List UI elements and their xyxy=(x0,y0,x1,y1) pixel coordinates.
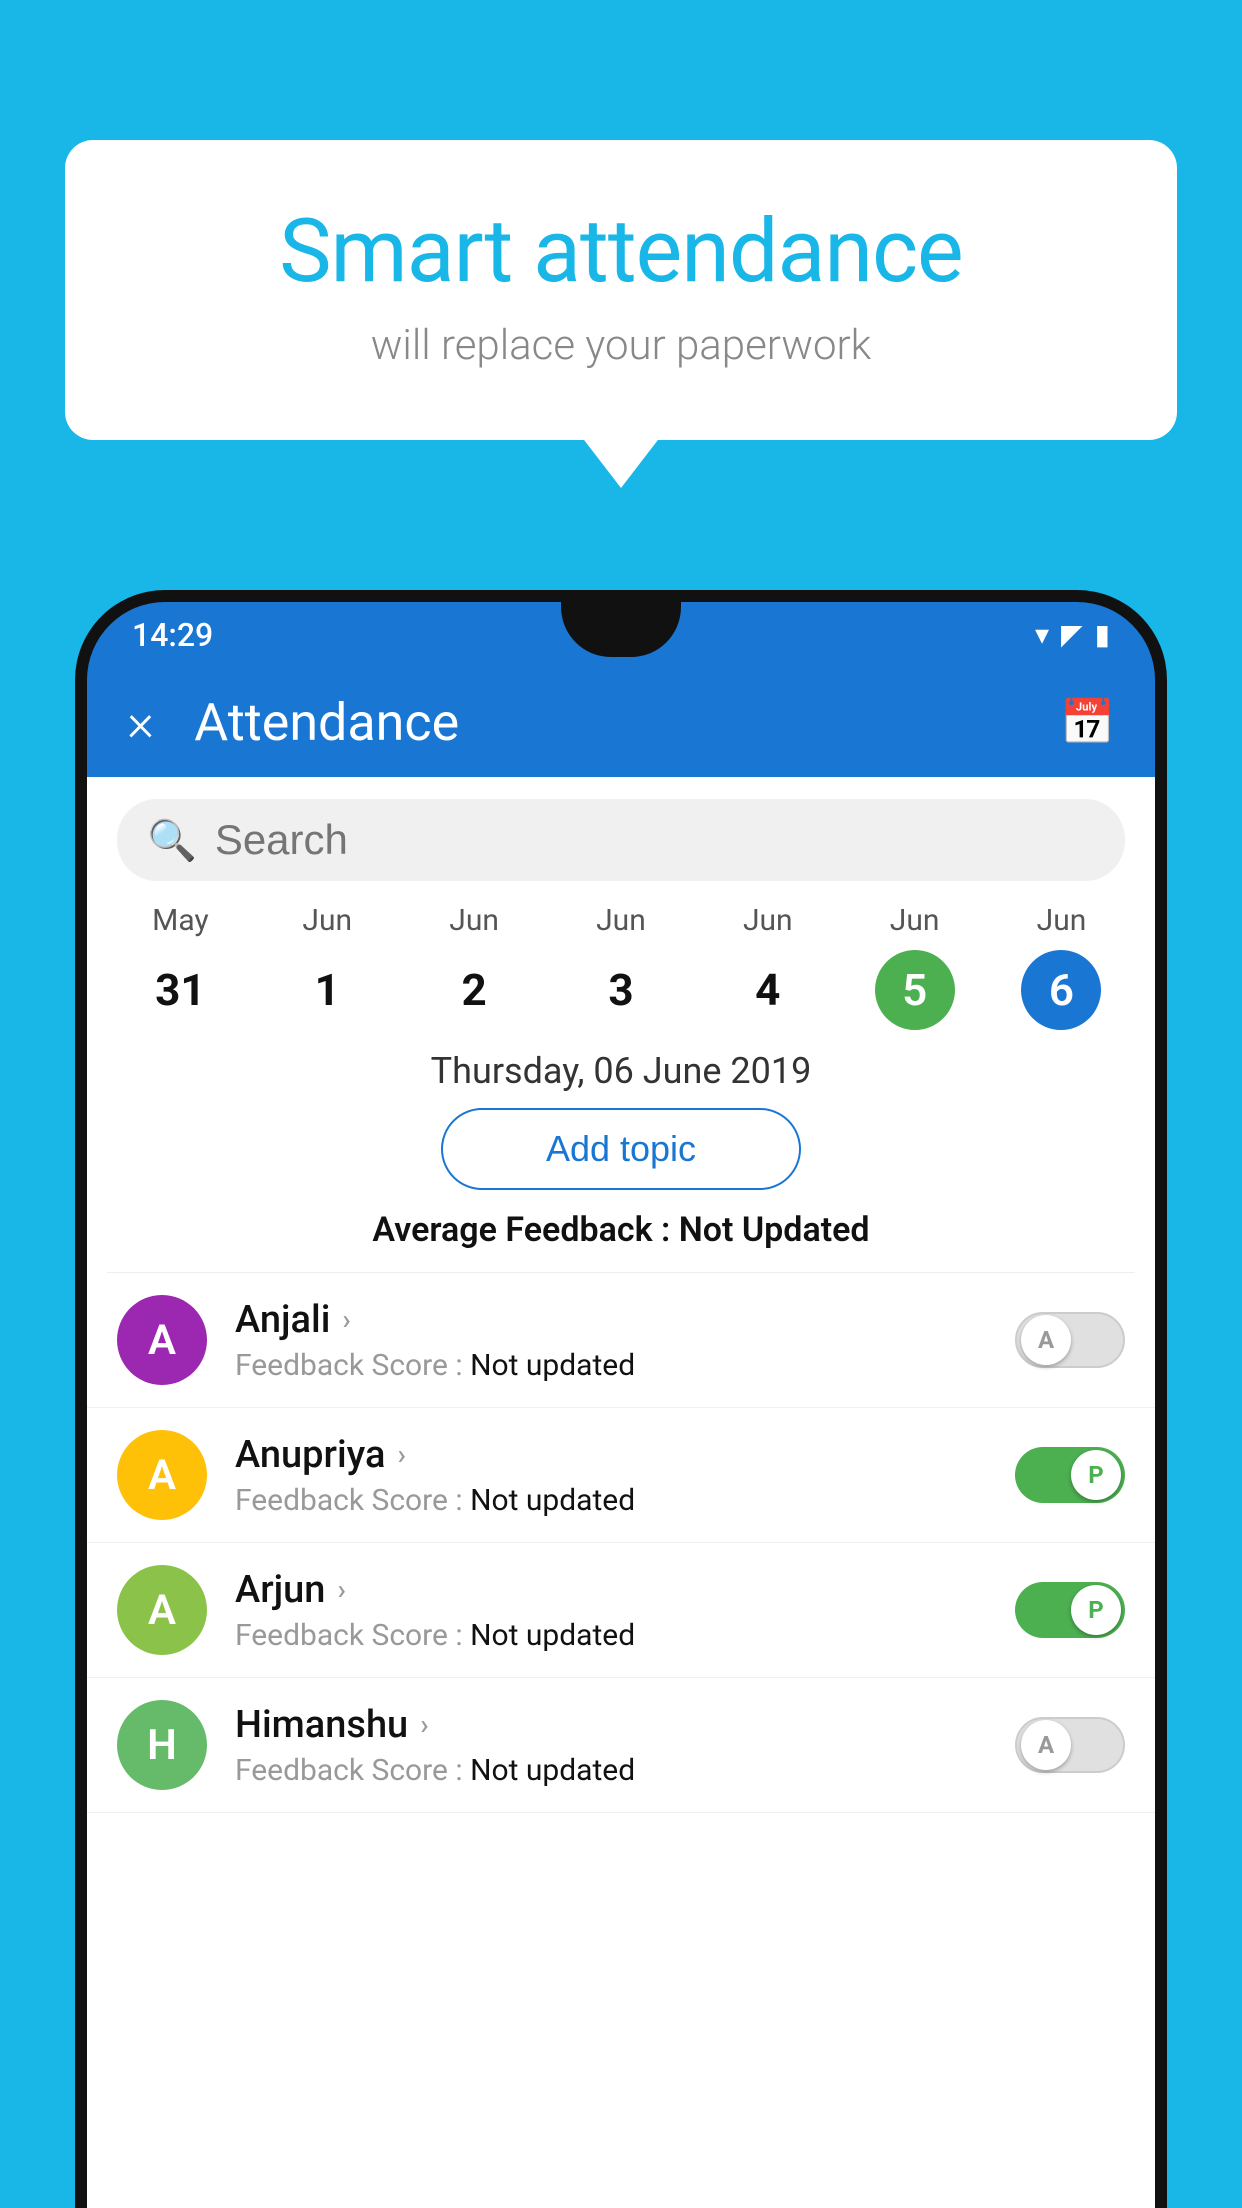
calendar-strip: May 31 Jun 1 Jun 2 Jun 3 Jun 4 Jun 5 Jun 6 xyxy=(87,903,1155,1030)
attendance-toggle[interactable]: A xyxy=(1015,1312,1125,1368)
attendance-toggle[interactable]: P xyxy=(1015,1447,1125,1503)
feedback-value: Not updated xyxy=(470,1753,635,1788)
day-number[interactable]: 6 xyxy=(1021,950,1101,1030)
day-month: Jun xyxy=(449,903,499,938)
day-col[interactable]: Jun 1 xyxy=(287,903,367,1030)
screen-content: 🔍 May 31 Jun 1 Jun 2 Jun 3 Jun 4 Jun 5 Jun 6 Thursday… xyxy=(87,777,1155,2208)
avatar: A xyxy=(117,1430,207,1520)
speech-bubble-container: Smart attendance will replace your paper… xyxy=(65,140,1177,440)
student-info: Arjun › Feedback Score : Not updated xyxy=(235,1568,1015,1653)
day-number[interactable]: 1 xyxy=(287,950,367,1030)
search-icon: 🔍 xyxy=(147,817,197,864)
day-number[interactable]: 4 xyxy=(728,950,808,1030)
student-name: Himanshu › xyxy=(235,1703,1015,1747)
chevron-icon: › xyxy=(420,1708,428,1741)
speech-bubble: Smart attendance will replace your paper… xyxy=(65,140,1177,440)
day-col[interactable]: May 31 xyxy=(140,903,220,1030)
student-feedback: Feedback Score : Not updated xyxy=(235,1753,1015,1788)
day-col[interactable]: Jun 4 xyxy=(728,903,808,1030)
signal-icon: ◤ xyxy=(1061,618,1083,651)
student-feedback: Feedback Score : Not updated xyxy=(235,1348,1015,1383)
chevron-icon: › xyxy=(337,1573,345,1606)
student-info: Anupriya › Feedback Score : Not updated xyxy=(235,1433,1015,1518)
toggle-container[interactable]: P xyxy=(1015,1582,1125,1638)
toggle-container[interactable]: A xyxy=(1015,1717,1125,1773)
student-info: Anjali › Feedback Score : Not updated xyxy=(235,1298,1015,1383)
app-bar: × Attendance 📅 xyxy=(87,667,1155,777)
search-input[interactable] xyxy=(215,816,1095,864)
feedback-value: Not updated xyxy=(470,1618,635,1653)
day-col[interactable]: Jun 6 xyxy=(1021,903,1101,1030)
list-item[interactable]: A Anupriya › Feedback Score : Not updated P xyxy=(87,1408,1155,1543)
student-list: AAnjali ›Feedback Score : Not updatedAAA… xyxy=(87,1273,1155,1813)
student-name: Arjun › xyxy=(235,1568,1015,1612)
close-button[interactable]: × xyxy=(127,692,154,753)
add-topic-button[interactable]: Add topic xyxy=(441,1108,801,1190)
wifi-icon: ▾ xyxy=(1035,618,1049,651)
day-month: May xyxy=(152,903,208,938)
student-name: Anupriya › xyxy=(235,1433,1015,1477)
toggle-thumb: P xyxy=(1071,1585,1121,1635)
toggle-container[interactable]: P xyxy=(1015,1447,1125,1503)
battery-icon: ▮ xyxy=(1095,618,1110,651)
status-time: 14:29 xyxy=(132,616,213,654)
student-feedback: Feedback Score : Not updated xyxy=(235,1483,1015,1518)
day-number[interactable]: 3 xyxy=(581,950,661,1030)
day-month: Jun xyxy=(890,903,940,938)
chevron-icon: › xyxy=(397,1438,405,1471)
avatar: H xyxy=(117,1700,207,1790)
list-item[interactable]: H Himanshu › Feedback Score : Not updatedA xyxy=(87,1678,1155,1813)
phone-inner: 14:29 ▾ ◤ ▮ × Attendance 📅 🔍 May31Jun1Ju… xyxy=(87,602,1155,2208)
chevron-icon: › xyxy=(342,1303,350,1336)
student-name: Anjali › xyxy=(235,1298,1015,1342)
feedback-value: Not updated xyxy=(470,1348,635,1383)
list-item[interactable]: A Arjun › Feedback Score : Not updated P xyxy=(87,1543,1155,1678)
avg-feedback-label: Average Feedback : xyxy=(372,1210,670,1250)
speech-bubble-subtitle: will replace your paperwork xyxy=(145,321,1097,370)
attendance-toggle[interactable]: A xyxy=(1015,1717,1125,1773)
status-icons: ▾ ◤ ▮ xyxy=(1035,618,1110,651)
day-number[interactable]: 5 xyxy=(875,950,955,1030)
day-month: Jun xyxy=(302,903,352,938)
avatar: A xyxy=(117,1295,207,1385)
search-bar[interactable]: 🔍 xyxy=(117,799,1125,881)
date-display: Thursday, 06 June 2019 xyxy=(87,1050,1155,1092)
day-number[interactable]: 31 xyxy=(140,950,220,1030)
speech-bubble-title: Smart attendance xyxy=(145,200,1097,303)
avg-feedback: Average Feedback : Not Updated xyxy=(87,1210,1155,1250)
toggle-container[interactable]: A xyxy=(1015,1312,1125,1368)
app-bar-title: Attendance xyxy=(194,692,1060,753)
day-month: Jun xyxy=(743,903,793,938)
avatar: A xyxy=(117,1565,207,1655)
feedback-value: Not updated xyxy=(470,1483,635,1518)
toggle-thumb: A xyxy=(1021,1315,1071,1365)
day-number[interactable]: 2 xyxy=(434,950,514,1030)
day-month: Jun xyxy=(596,903,646,938)
avg-feedback-value: Not Updated xyxy=(679,1210,870,1250)
toggle-thumb: P xyxy=(1071,1450,1121,1500)
toggle-thumb: A xyxy=(1021,1720,1071,1770)
day-month: Jun xyxy=(1037,903,1087,938)
day-col[interactable]: Jun 3 xyxy=(581,903,661,1030)
calendar-icon[interactable]: 📅 xyxy=(1060,696,1115,748)
list-item[interactable]: AAnjali ›Feedback Score : Not updatedA xyxy=(87,1273,1155,1408)
attendance-toggle[interactable]: P xyxy=(1015,1582,1125,1638)
day-col[interactable]: Jun 5 xyxy=(875,903,955,1030)
day-col[interactable]: Jun 2 xyxy=(434,903,514,1030)
student-info: Himanshu › Feedback Score : Not updated xyxy=(235,1703,1015,1788)
phone-frame: 14:29 ▾ ◤ ▮ × Attendance 📅 🔍 May31Jun1Ju… xyxy=(75,590,1167,2208)
student-feedback: Feedback Score : Not updated xyxy=(235,1618,1015,1653)
